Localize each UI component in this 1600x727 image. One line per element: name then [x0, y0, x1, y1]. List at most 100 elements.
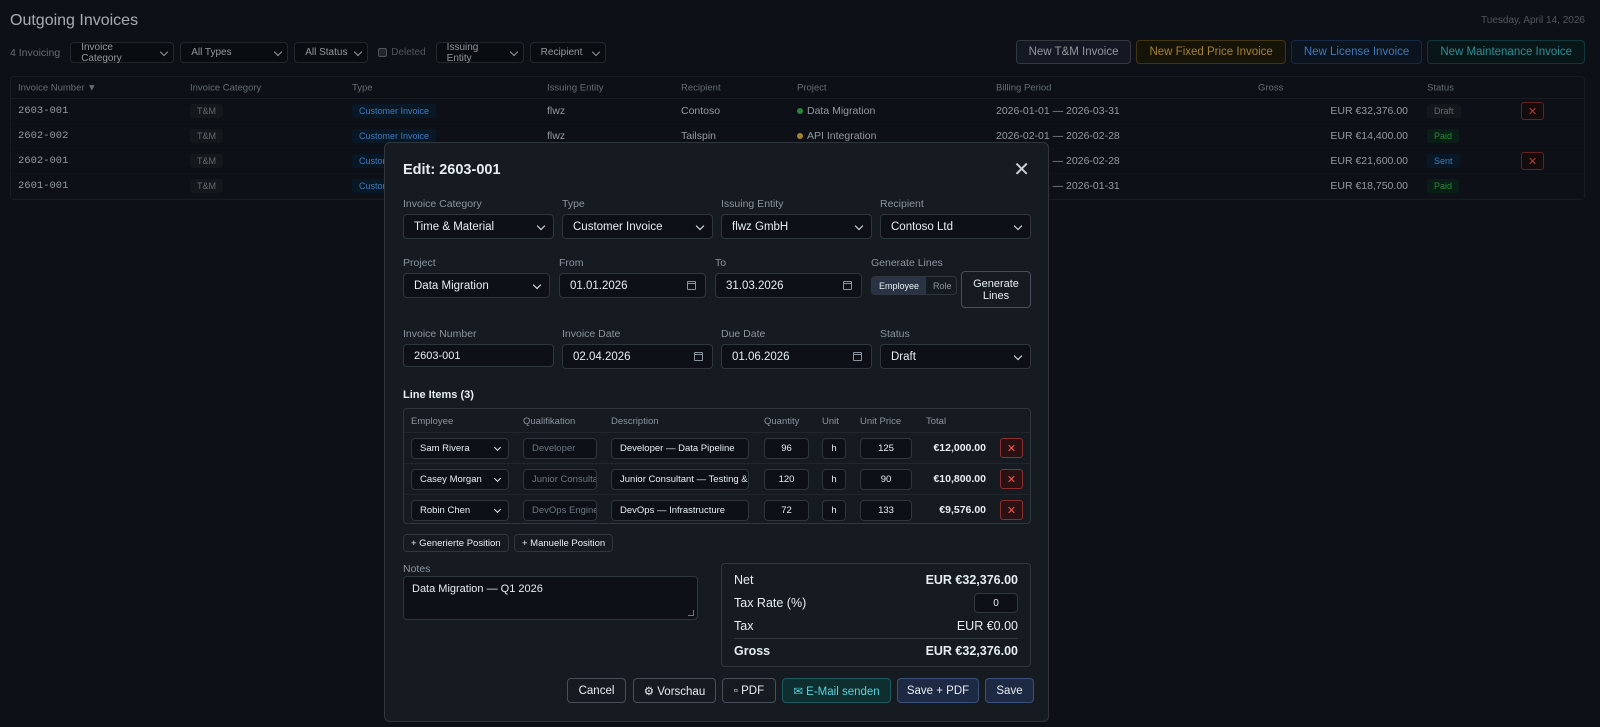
line-items-table: Employee Qualifikation Description Quant…	[403, 408, 1031, 524]
calendar-icon[interactable]	[694, 352, 703, 361]
mode-employee[interactable]: Employee	[872, 277, 927, 294]
line-items-heading: Line Items (3)	[403, 389, 474, 401]
to-field: To 31.03.2026	[715, 257, 862, 298]
qualification-input[interactable]: DevOps Engineer	[523, 500, 597, 521]
gross-amount: EUR €32,376.00	[1330, 105, 1408, 117]
preview-button[interactable]: ⚙ Vorschau	[633, 678, 716, 703]
unit-input[interactable]: h	[822, 438, 846, 459]
line-total: €9,576.00	[939, 504, 986, 516]
quantity-input[interactable]: 120	[764, 469, 809, 490]
line-item-row: Robin Chen DevOps Engineer DevOps — Infras…	[404, 495, 1030, 526]
type-field: Type Customer Invoice	[562, 198, 713, 239]
edit-invoice-modal: Edit: 2603-001 ✕ Invoice Category Time &…	[384, 142, 1049, 722]
unit-input[interactable]: h	[822, 469, 846, 490]
tax-rate-label: Tax Rate (%)	[734, 596, 807, 610]
type-label: Type	[562, 198, 585, 210]
invoice-number: 2603-001	[18, 105, 69, 117]
quantity-input[interactable]: 72	[764, 500, 809, 521]
qualification-input[interactable]: Developer	[523, 438, 597, 459]
notes-textarea[interactable]: Data Migration — Q1 2026	[403, 576, 698, 620]
billing-period: 2026-01-01 — 2026-03-31	[996, 105, 1120, 117]
calendar-icon[interactable]	[853, 352, 862, 361]
mode-role[interactable]: Role	[926, 277, 956, 294]
from-date-input[interactable]: 01.01.2026	[559, 273, 706, 298]
number-label: Invoice Number	[403, 328, 477, 340]
send-email-button[interactable]: ✉ E-Mail senden	[782, 678, 891, 703]
quantity-input[interactable]: 96	[764, 438, 809, 459]
generate-lines-button[interactable]: Generate Lines	[961, 271, 1031, 308]
cancel-button[interactable]: Cancel	[567, 678, 626, 703]
close-icon[interactable]: ✕	[1013, 160, 1030, 180]
category-select[interactable]: Time & Material	[403, 214, 554, 239]
project-select[interactable]: Data Migration	[403, 273, 550, 298]
description-input[interactable]: Junior Consultant — Testing & QA	[611, 469, 749, 490]
recipient-select[interactable]: Contoso Ltd	[880, 214, 1031, 239]
employee-select[interactable]: Sam Rivera	[411, 438, 509, 459]
entity-filter[interactable]: Issuing Entity	[435, 42, 524, 64]
description-input[interactable]: Developer — Data Pipeline	[611, 438, 749, 459]
save-pdf-button[interactable]: Save + PDF	[897, 678, 979, 703]
add-manual-position-button[interactable]: + Manuelle Position	[514, 534, 614, 552]
invoice-date-input[interactable]: 02.04.2026	[562, 344, 713, 369]
unit-price-input[interactable]: 90	[860, 469, 912, 490]
col-invoice-number[interactable]: Invoice Number ▼	[18, 82, 97, 93]
description-input[interactable]: DevOps — Infrastructure	[611, 500, 749, 521]
recipient-filter[interactable]: Recipient	[529, 42, 606, 63]
remove-line-icon[interactable]: ✕	[1000, 500, 1023, 520]
type-filter[interactable]: All Types	[180, 42, 289, 63]
invoice-number-input[interactable]: 2603-001	[403, 344, 554, 367]
current-date: Tuesday, April 14, 2026	[1481, 15, 1585, 26]
checkbox-icon[interactable]	[378, 48, 388, 57]
category-filter[interactable]: Invoice Category	[70, 42, 175, 64]
new-fixed-price-invoice-button[interactable]: New Fixed Price Invoice	[1136, 40, 1286, 64]
add-generated-position-button[interactable]: + Generierte Position	[403, 534, 509, 552]
qualification-input[interactable]: Junior Consultant	[523, 469, 597, 490]
new-maintenance-invoice-button[interactable]: New Maintenance Invoice	[1427, 40, 1585, 64]
col-project: Project	[797, 82, 827, 93]
to-date-input[interactable]: 31.03.2026	[715, 273, 862, 298]
entity-select[interactable]: flwz GmbH	[721, 214, 872, 239]
status-label: Status	[880, 328, 910, 340]
gross-amount: EUR €18,750.00	[1330, 180, 1408, 192]
to-label: To	[715, 257, 727, 269]
deleted-checkbox[interactable]: Deleted	[378, 47, 426, 58]
new-tm-invoice-button[interactable]: New T&M Invoice	[1015, 40, 1132, 64]
delete-icon[interactable]: ✕	[1521, 152, 1544, 170]
employee-select[interactable]: Robin Chen	[411, 500, 509, 521]
tax-rate-input[interactable]: 0	[974, 593, 1018, 613]
delete-icon[interactable]: ✕	[1521, 102, 1544, 120]
due-date-input[interactable]: 01.06.2026	[721, 344, 872, 369]
invoice-number: 2601-001	[18, 180, 69, 192]
unit-price-input[interactable]: 125	[860, 438, 912, 459]
save-button[interactable]: Save	[985, 678, 1034, 703]
tax-rate-row: Tax Rate (%) 0	[734, 592, 1018, 614]
from-field: From 01.01.2026	[559, 257, 706, 298]
unit-input[interactable]: h	[822, 500, 846, 521]
line-item-row: Sam Rivera Developer Developer — Data Pipe…	[404, 433, 1030, 464]
unit-price-input[interactable]: 133	[860, 500, 912, 521]
remove-line-icon[interactable]: ✕	[1000, 438, 1023, 458]
pdf-button[interactable]: ▫ PDF	[722, 678, 776, 703]
gross-label: Gross	[734, 644, 771, 658]
new-license-invoice-button[interactable]: New License Invoice	[1290, 40, 1423, 64]
status-badge: Paid	[1427, 179, 1460, 193]
status-filter[interactable]: All Status	[294, 42, 369, 63]
recipient-label: Recipient	[880, 198, 924, 210]
project: Data Migration	[797, 105, 875, 117]
entity-field: Issuing Entity flwz GmbH	[721, 198, 872, 239]
employee-select[interactable]: Casey Morgan	[411, 469, 509, 490]
net-value: EUR €32,376.00	[925, 573, 1018, 587]
resize-grip-icon[interactable]	[688, 610, 694, 616]
tax-label: Tax	[734, 619, 754, 633]
calendar-icon[interactable]	[843, 281, 852, 290]
table-row[interactable]: 2603-001 T&M Customer Invoice flwz Contoso Da…	[11, 99, 1584, 124]
category-field: Invoice Category Time & Material	[403, 198, 554, 239]
calendar-icon[interactable]	[687, 281, 696, 290]
category-badge: T&M	[190, 154, 223, 168]
remove-line-icon[interactable]: ✕	[1000, 469, 1023, 489]
status-badge: Draft	[1427, 104, 1461, 118]
type-select[interactable]: Customer Invoice	[562, 214, 713, 239]
status-select[interactable]: Draft	[880, 344, 1031, 369]
invoice-number: 2602-002	[18, 130, 69, 142]
line-item-row: Casey Morgan Junior Consultant Junior Cons…	[404, 464, 1030, 495]
